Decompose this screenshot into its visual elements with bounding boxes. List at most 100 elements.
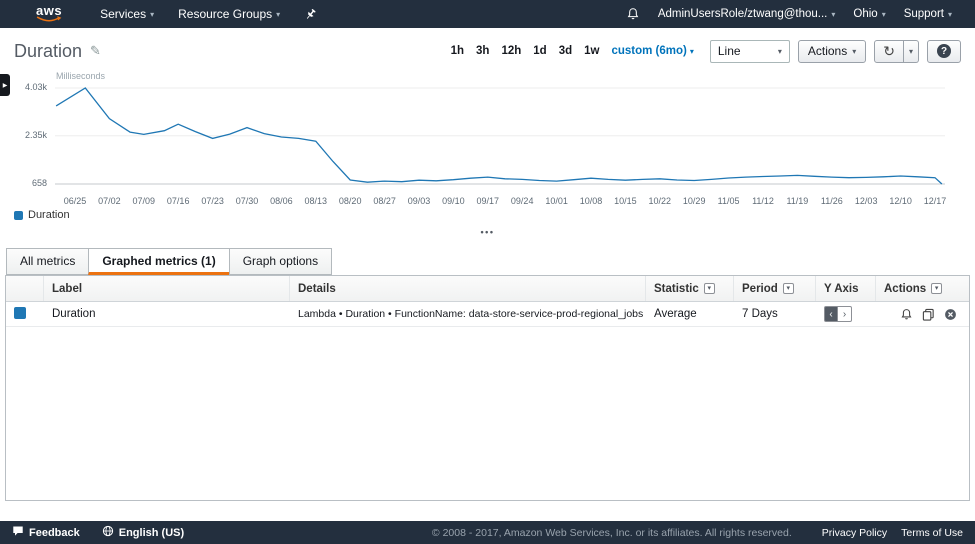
- row-period: 7 Days: [734, 308, 816, 320]
- feedback-button[interactable]: Feedback: [12, 525, 80, 540]
- y-axis-right-toggle[interactable]: ›: [838, 306, 852, 322]
- chevron-down-icon: ▾: [831, 10, 835, 19]
- actions-filter-icon[interactable]: ▾: [931, 283, 942, 294]
- select-all-header: [6, 276, 44, 301]
- nav-resource-groups[interactable]: Resource Groups▾: [178, 7, 280, 21]
- legend-label: Duration: [28, 209, 70, 221]
- refresh-options-button[interactable]: ▾: [904, 40, 919, 63]
- x-tick: 09/17: [477, 196, 500, 206]
- x-tick: 08/27: [373, 196, 396, 206]
- resize-dots: •••: [481, 227, 495, 237]
- x-tick: 07/02: [98, 196, 121, 206]
- time-range-1w[interactable]: 1w: [584, 45, 599, 57]
- language-selector[interactable]: English (US): [102, 525, 184, 540]
- chevron-down-icon: ▾: [778, 47, 782, 56]
- column-label: Label: [44, 276, 290, 301]
- duration-line-chart: [55, 80, 945, 192]
- statistic-filter-icon[interactable]: ▾: [704, 283, 715, 294]
- help-icon: ?: [937, 44, 951, 58]
- refresh-button-group: ↻ ▾: [874, 40, 919, 63]
- x-tick: 11/19: [786, 196, 808, 206]
- region-name: Ohio: [853, 8, 877, 20]
- chevron-down-icon: ▾: [882, 10, 886, 19]
- column-period: Period ▾: [734, 276, 816, 301]
- chevron-down-icon: ▾: [690, 47, 694, 56]
- custom-range-link[interactable]: custom (6mo)▾: [611, 45, 693, 57]
- globe-icon: [102, 525, 114, 540]
- chevron-down-icon: ▾: [150, 10, 154, 19]
- aws-logo[interactable]: aws: [36, 5, 62, 23]
- notifications-bell-icon[interactable]: [626, 7, 640, 21]
- aws-smile-icon: [36, 16, 62, 23]
- x-tick: 10/29: [683, 196, 706, 206]
- x-tick: 12/17: [924, 196, 947, 206]
- tab-graphed-metrics[interactable]: Graphed metrics (1): [88, 248, 229, 275]
- x-tick: 12/10: [889, 196, 912, 206]
- nav-services-label: Services: [100, 7, 146, 21]
- duplicate-copy-icon[interactable]: [922, 308, 935, 321]
- actions-button[interactable]: Actions▾: [798, 40, 866, 63]
- y-axis-left-toggle[interactable]: ‹: [824, 306, 838, 322]
- nav-services[interactable]: Services ▾: [100, 7, 154, 21]
- y-tick: 4.03k: [25, 82, 47, 92]
- time-range-3h[interactable]: 3h: [476, 45, 489, 57]
- tab-graph-options[interactable]: Graph options: [229, 248, 332, 275]
- x-tick: 08/06: [270, 196, 293, 206]
- help-button[interactable]: ?: [927, 40, 961, 63]
- create-alarm-bell-icon[interactable]: [900, 308, 913, 321]
- chart-type-select[interactable]: Line ▾: [710, 40, 790, 63]
- time-range-1d[interactable]: 1d: [533, 45, 546, 57]
- x-tick: 11/12: [752, 196, 774, 206]
- row-details: Lambda • Duration • FunctionName: data-s…: [290, 308, 646, 320]
- x-tick: 08/20: [339, 196, 362, 206]
- time-range-12h[interactable]: 12h: [501, 45, 521, 57]
- y-tick: 658: [32, 178, 47, 188]
- x-tick: 09/10: [442, 196, 465, 206]
- tab-all-metrics[interactable]: All metrics: [6, 248, 89, 275]
- time-range-3d[interactable]: 3d: [559, 45, 572, 57]
- chevron-down-icon: ▾: [276, 10, 280, 19]
- chart-legend[interactable]: Duration: [14, 209, 70, 221]
- table-header: Label Details Statistic▾ Period▾ Y Axis …: [6, 276, 969, 302]
- x-tick: 12/03: [855, 196, 878, 206]
- nav-support-menu[interactable]: Support▾: [904, 8, 952, 20]
- privacy-policy-link[interactable]: Privacy Policy: [822, 527, 887, 539]
- time-range-1h[interactable]: 1h: [451, 45, 464, 57]
- x-tick: 06/25: [64, 196, 87, 206]
- x-tick: 07/16: [167, 196, 190, 206]
- terms-of-use-link[interactable]: Terms of Use: [901, 527, 963, 539]
- row-checkbox[interactable]: [14, 307, 26, 319]
- nav-account-menu[interactable]: AdminUsersRole/ztwang@thou...▾: [658, 8, 836, 20]
- x-tick: 10/08: [580, 196, 603, 206]
- x-tick: 07/09: [133, 196, 156, 206]
- copyright-text: © 2008 - 2017, Amazon Web Services, Inc.…: [432, 527, 792, 539]
- x-tick: 11/26: [821, 196, 843, 206]
- y-tick: 2.35k: [25, 130, 47, 140]
- top-nav: aws Services ▾ Resource Groups▾ AdminUser…: [0, 0, 975, 28]
- chart-type-value: Line: [718, 44, 741, 58]
- table-row[interactable]: Duration Lambda • Duration • FunctionNam…: [6, 302, 969, 327]
- period-filter-icon[interactable]: ▾: [783, 283, 794, 294]
- time-range-group: 1h 3h 12h 1d 3d 1w: [445, 45, 606, 57]
- pin-icon[interactable]: [304, 8, 317, 21]
- column-statistic-label: Statistic: [654, 283, 699, 295]
- column-actions-label: Actions: [884, 283, 926, 295]
- account-name: AdminUsersRole/ztwang@thou...: [658, 8, 828, 20]
- aws-logo-text: aws: [36, 5, 62, 16]
- expand-sidebar-handle[interactable]: ▶: [0, 74, 10, 96]
- language-label: English (US): [119, 527, 184, 539]
- x-tick: 11/05: [718, 196, 740, 206]
- support-label: Support: [904, 8, 944, 20]
- edit-title-icon[interactable]: ✎: [90, 43, 101, 59]
- column-period-label: Period: [742, 283, 778, 295]
- nav-region-menu[interactable]: Ohio ▾: [853, 8, 885, 20]
- x-axis-labels: 06/2507/0207/0907/1607/2307/3008/0608/13…: [0, 196, 975, 208]
- x-tick: 09/24: [511, 196, 534, 206]
- x-tick: 09/03: [408, 196, 431, 206]
- panel-resize-handle[interactable]: •••: [0, 224, 975, 240]
- x-tick: 10/15: [614, 196, 637, 206]
- remove-metric-icon[interactable]: [944, 308, 957, 321]
- refresh-button[interactable]: ↻: [874, 40, 904, 63]
- chevron-down-icon: ▾: [852, 47, 856, 56]
- page-title: Duration: [14, 41, 82, 62]
